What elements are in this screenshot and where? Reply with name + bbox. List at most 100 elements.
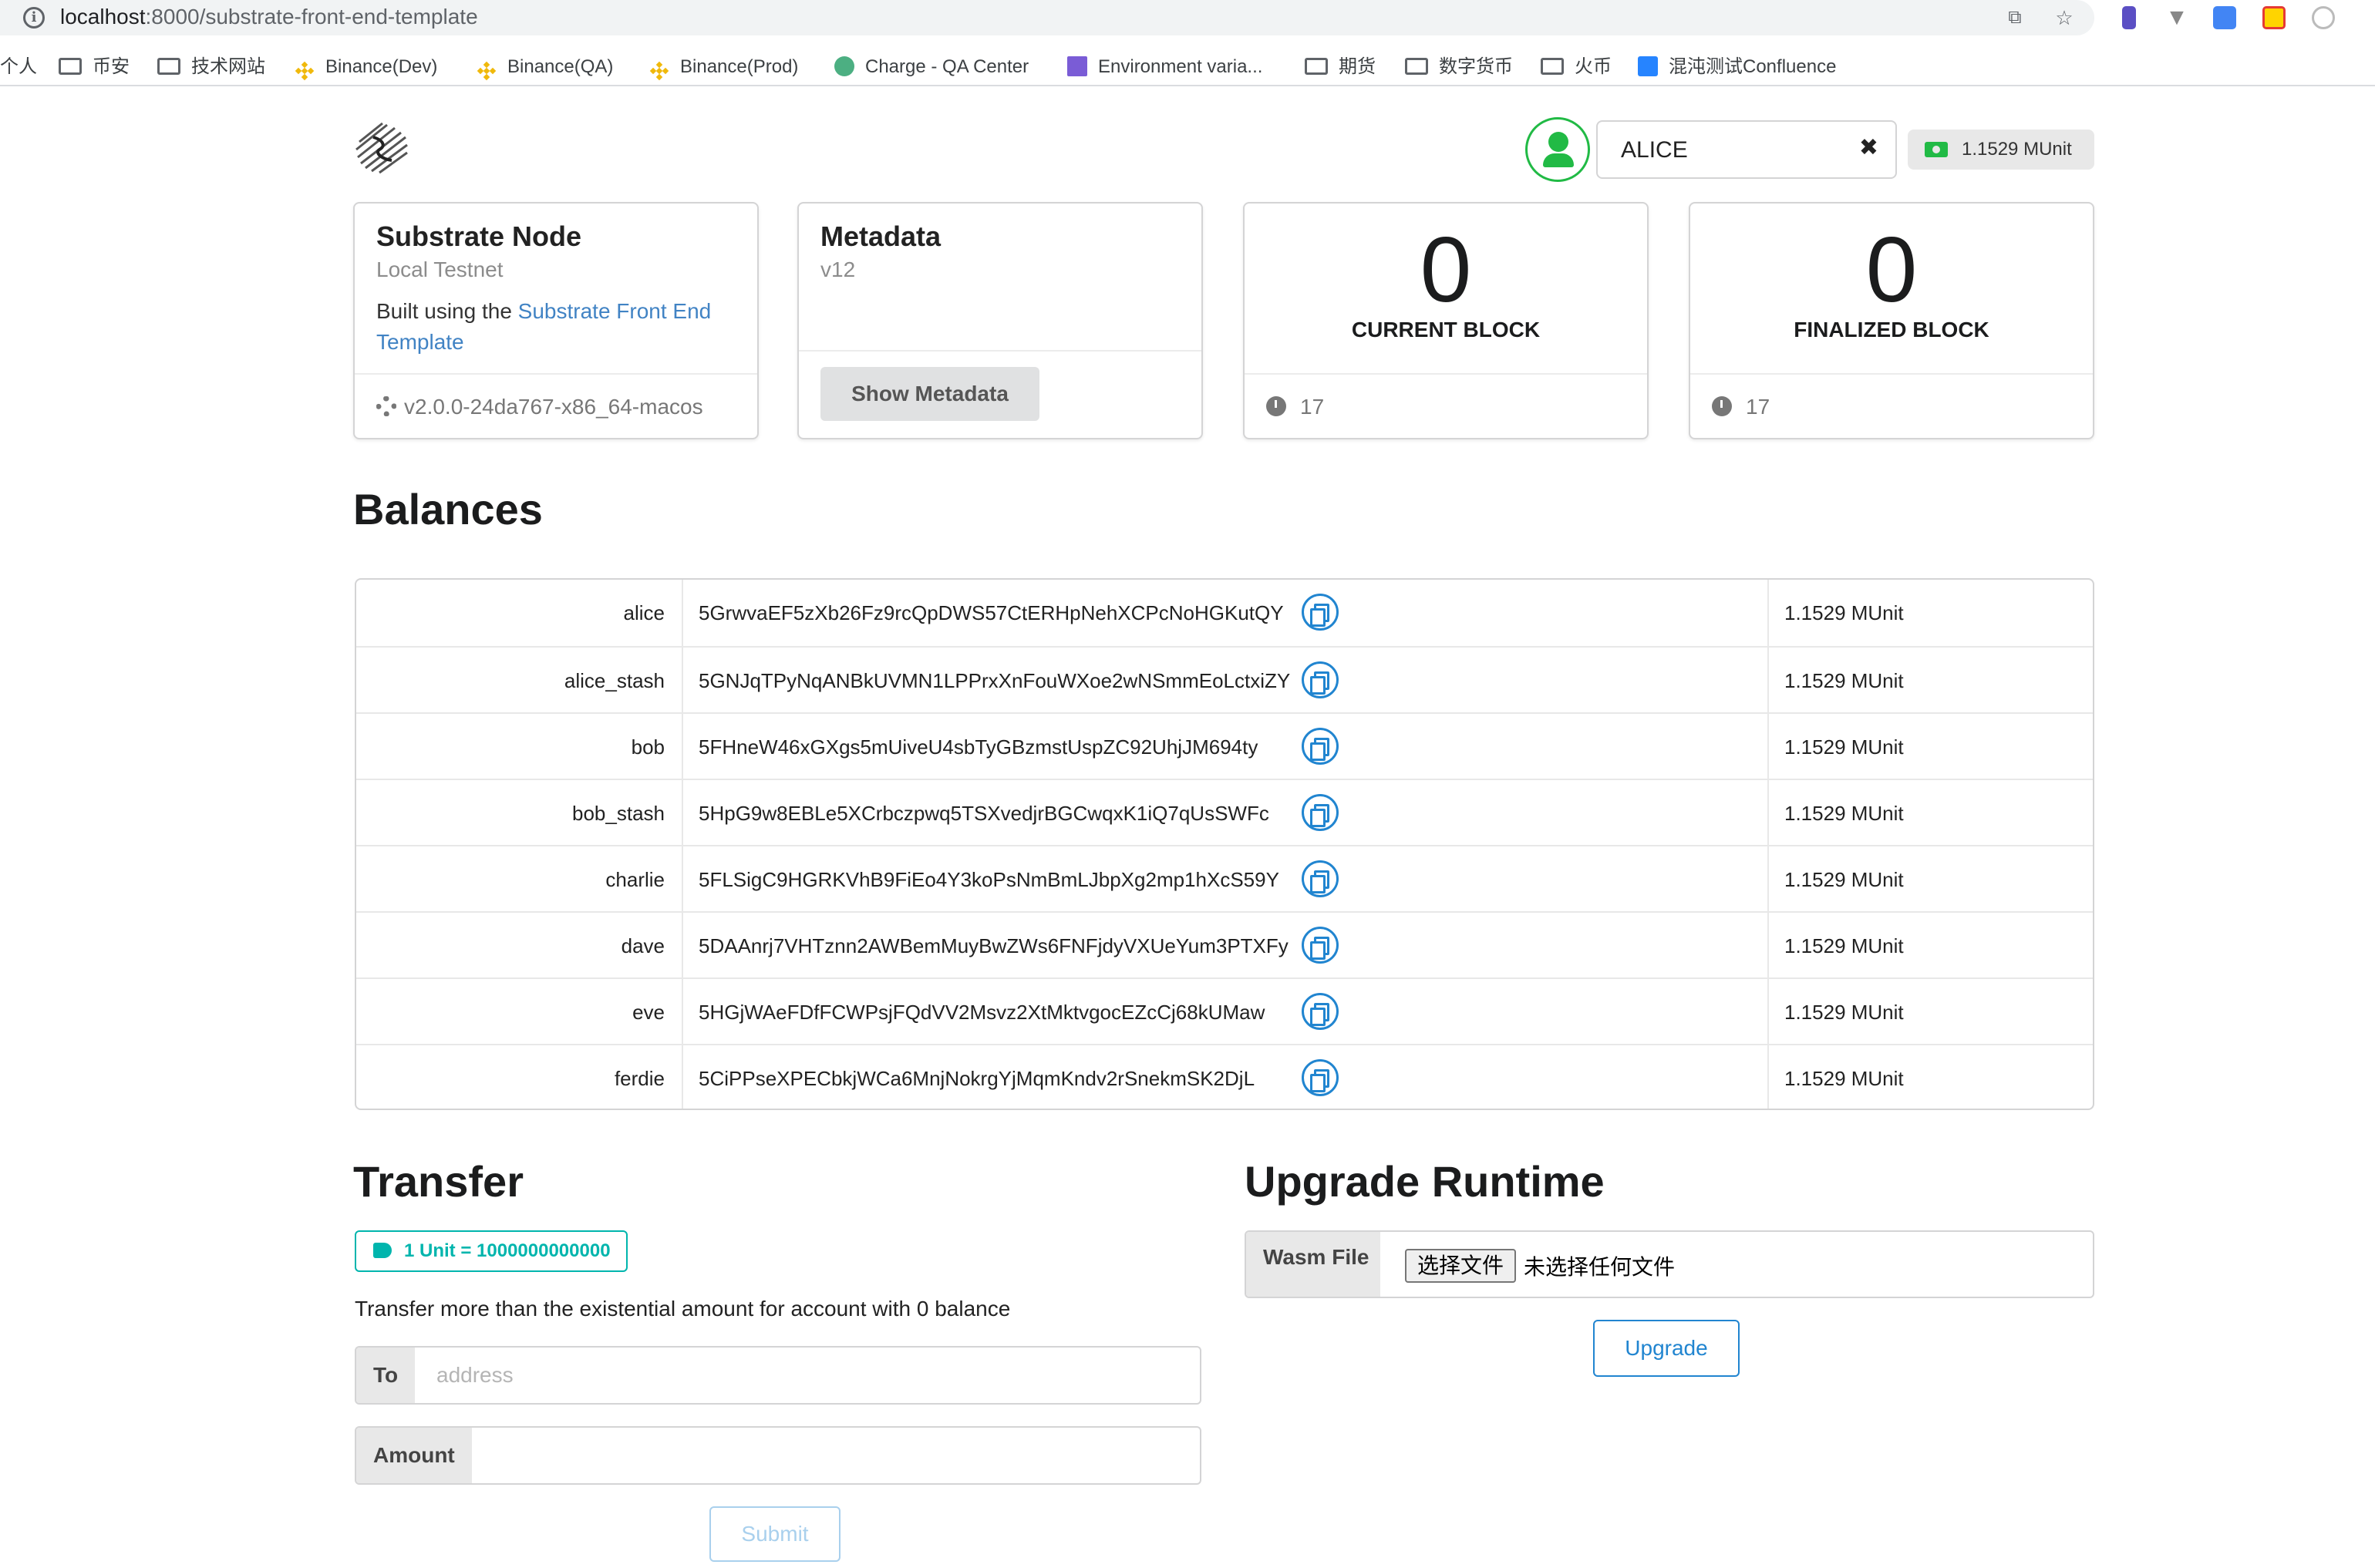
account-address: 5FLSigC9HGRKVhB9FiEo4Y3koPsNmBmLJbpXg2mp… <box>699 868 1279 891</box>
google-translate-icon[interactable] <box>2213 6 2236 29</box>
metadata-version: v12 <box>820 257 856 281</box>
copy-icon[interactable] <box>1302 661 1339 698</box>
account-balance: 1.1529 MUnit <box>1767 714 2093 780</box>
wasm-file-field: Wasm File 选择文件 未选择任何文件 <box>1245 1230 2094 1298</box>
account-balance: 1.1529 MUnit <box>1767 780 2093 846</box>
bookmark-label: Binance(QA) <box>507 56 614 77</box>
account-name: alice <box>356 580 683 646</box>
copy-icon[interactable] <box>1302 993 1339 1030</box>
balances-heading: Balances <box>353 485 543 533</box>
amount-input[interactable] <box>470 1428 1200 1483</box>
table-row: eve 5HGjWAeFDfFCWPsjFQdVV2Msvz2XtMktvgoc… <box>356 977 2093 1045</box>
bookmark-item[interactable]: 币安 <box>59 48 130 86</box>
bookmark-label: 混沌测试Confluence <box>1669 56 1837 77</box>
current-block-timer-row: 17 <box>1245 373 1647 438</box>
current-block-label: CURRENT BLOCK <box>1351 318 1541 342</box>
table-row: charlie 5FLSigC9HGRKVhB9FiEo4Y3koPsNmBmL… <box>356 845 2093 913</box>
bookmark-item[interactable]: Charge - QA Center <box>834 48 1029 86</box>
bookmarks-bar: 个人 币安 技术网站 Binance(Dev) Binance(QA) Bina… <box>0 48 2375 86</box>
copy-icon[interactable] <box>1302 1059 1339 1096</box>
account-balance: 1.1529 MUnit <box>1767 913 2093 979</box>
money-icon <box>1925 142 1948 157</box>
node-version-row: v2.0.0-24da767-x86_64-macos <box>355 373 757 438</box>
star-icon[interactable]: ☆ <box>2051 5 2077 31</box>
account-address: 5CiPPseXPECbkjWCa6MnjNokrgYjMqmKndv2rSne… <box>699 1067 1255 1090</box>
bookmark-item[interactable]: Binance(Prod) <box>649 48 798 86</box>
account-balance: 1.1529 MUnit <box>1767 580 2093 646</box>
finalized-block-label: FINALIZED BLOCK <box>1794 318 1989 342</box>
table-row: bob_stash 5HpG9w8EBLe5XCrbczpwq5TSXvedjr… <box>356 779 2093 846</box>
metadata-card: Metadata v12 Show Metadata <box>797 202 1203 439</box>
finalized-block-timer-row: 17 <box>1690 373 2093 438</box>
finalized-block-number: 0 <box>1865 218 1918 321</box>
account-balance: 1.1529 MUnit <box>1767 979 2093 1045</box>
bookmark-item[interactable]: 混沌测试Confluence <box>1638 48 1836 86</box>
upgrade-button[interactable]: Upgrade <box>1593 1320 1740 1377</box>
translate-icon[interactable]: ⧉ <box>2002 5 2028 31</box>
card-divider <box>799 350 1201 352</box>
to-address-input[interactable] <box>415 1348 1200 1403</box>
account-balance: 1.1529 MUnit <box>1767 1045 2093 1109</box>
account-address: 5GNJqTPyNqANBkUVMN1LPPrxXnFouWXoe2wNSmmE… <box>699 669 1291 692</box>
bookmark-item[interactable]: 火币 <box>1541 48 1612 86</box>
url-path: :8000/substrate-front-end-template <box>145 5 478 29</box>
clock-icon <box>1266 395 1286 416</box>
finalized-block-card: 0 FINALIZED BLOCK 17 <box>1689 202 2094 439</box>
finalized-block-timer: 17 <box>1746 395 1770 419</box>
file-status: 未选择任何文件 <box>1524 1255 1676 1279</box>
table-row: dave 5DAAnrj7VHTznn2AWBemMuyBwZWs6FNFjdy… <box>356 911 2093 979</box>
show-metadata-button[interactable]: Show Metadata <box>820 367 1039 421</box>
bookmark-item[interactable]: Binance(QA) <box>477 48 613 86</box>
amount-field: Amount <box>355 1426 1201 1485</box>
submit-button[interactable]: Submit <box>709 1506 841 1562</box>
charge-icon <box>834 56 854 76</box>
bookmark-label: Charge - QA Center <box>865 56 1029 77</box>
address-bar[interactable]: i localhost:8000/substrate-front-end-tem… <box>0 0 2094 35</box>
url-text[interactable]: localhost:8000/substrate-front-end-templ… <box>60 5 478 29</box>
table-row: alice 5GrwvaEF5zXb26Fz9rcQpDWS57CtERHpNe… <box>356 580 2093 646</box>
balances-table: alice 5GrwvaEF5zXb26Fz9rcQpDWS57CtERHpNe… <box>355 578 2094 1110</box>
chain-name: Local Testnet <box>376 257 504 281</box>
extension-icon-4[interactable] <box>2262 6 2286 29</box>
bookmark-label: 期货 <box>1339 56 1376 77</box>
current-block-card: 0 CURRENT BLOCK 17 <box>1243 202 1649 439</box>
gear-icon <box>376 395 396 416</box>
bookmark-item[interactable]: Environment varia... <box>1067 48 1262 86</box>
built-prefix: Built using the <box>376 299 518 323</box>
extension-icon-2[interactable]: ▼ <box>2164 5 2190 31</box>
bookmark-item[interactable]: Binance(Dev) <box>295 48 437 86</box>
copy-icon[interactable] <box>1302 794 1339 831</box>
url-host: localhost <box>60 5 146 29</box>
environment-icon <box>1067 56 1087 76</box>
account-name: ferdie <box>356 1045 683 1109</box>
copy-icon[interactable] <box>1302 927 1339 964</box>
copy-icon[interactable] <box>1302 728 1339 765</box>
extension-icon-5[interactable] <box>2312 6 2335 29</box>
extension-icon-1[interactable] <box>2122 6 2136 29</box>
table-row: alice_stash 5GNJqTPyNqANBkUVMN1LPPrxXnFo… <box>356 646 2093 714</box>
account-name: alice_stash <box>356 648 683 714</box>
clock-icon <box>1712 395 1732 416</box>
current-block-timer: 17 <box>1300 395 1325 419</box>
transfer-heading: Transfer <box>353 1157 524 1206</box>
copy-icon[interactable] <box>1302 594 1339 631</box>
copy-icon[interactable] <box>1302 860 1339 897</box>
clear-icon[interactable]: ✖ <box>1859 134 1878 161</box>
transfer-note: Transfer more than the existential amoun… <box>355 1297 1011 1321</box>
choose-file-button[interactable]: 选择文件 <box>1405 1249 1516 1283</box>
account-selector[interactable]: ALICE ✖ <box>1596 120 1897 179</box>
wasm-file-label: Wasm File <box>1246 1232 1380 1297</box>
account-name: bob <box>356 714 683 780</box>
bookmark-item[interactable]: 个人 <box>0 48 37 86</box>
bookmark-item[interactable]: 数字货币 <box>1405 48 1513 86</box>
account-name: charlie <box>356 846 683 913</box>
info-icon[interactable]: i <box>23 7 45 29</box>
node-description: Built using the Substrate Front End Temp… <box>376 296 739 358</box>
bookmark-item[interactable]: 技术网站 <box>157 48 265 86</box>
binance-icon <box>649 56 669 80</box>
bookmark-label: 技术网站 <box>191 56 265 77</box>
bookmark-item[interactable]: 期货 <box>1305 48 1376 86</box>
unit-conversion-label: 1 Unit = 1000000000000 <box>355 1230 628 1272</box>
account-avatar-icon[interactable] <box>1525 117 1590 182</box>
folder-icon <box>1405 57 1428 75</box>
